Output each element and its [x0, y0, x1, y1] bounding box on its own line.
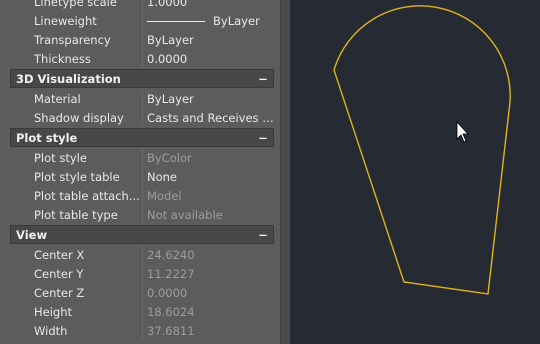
prop-value: 0.0000: [147, 285, 188, 300]
prop-name: Width: [34, 323, 68, 338]
palette-scrollbar[interactable]: [280, 0, 290, 344]
drawing-canvas: [333, 5, 511, 295]
prop-name: Height: [34, 304, 73, 319]
prop-name: Plot table attach...: [34, 188, 140, 203]
prop-row-height[interactable]: Height 18.6024: [0, 302, 280, 321]
section-header-plot-style[interactable]: Plot style −: [10, 128, 274, 147]
prop-name: Plot table type: [34, 207, 118, 222]
section-title: 3D Visualization: [16, 71, 121, 86]
prop-value[interactable]: ByLayer: [143, 33, 279, 47]
section-header-3d-visualization[interactable]: 3D Visualization −: [10, 69, 274, 88]
prop-value[interactable]: 0.0000: [143, 52, 279, 66]
drawing-viewport[interactable]: [290, 0, 540, 344]
prop-name: Center X: [34, 247, 85, 262]
prop-value: ByLayer: [213, 13, 260, 28]
drawing-shape-outline[interactable]: [333, 5, 511, 295]
prop-name: Center Z: [34, 285, 85, 300]
prop-name: Center Y: [34, 266, 84, 281]
prop-value: Not available: [147, 207, 223, 222]
prop-name: Linetype scale: [34, 0, 117, 9]
app-window: Linetype scale 1.0000 Lineweight ByLayer…: [0, 0, 540, 344]
collapse-toggle-icon[interactable]: −: [257, 228, 269, 242]
prop-row-linetype-scale[interactable]: Linetype scale 1.0000: [0, 0, 280, 11]
property-list: Linetype scale 1.0000 Lineweight ByLayer…: [0, 0, 280, 340]
prop-name: Transparency: [34, 32, 111, 47]
section-title: View: [16, 227, 48, 242]
prop-value[interactable]: None: [143, 170, 279, 184]
prop-name: Plot style: [34, 150, 87, 165]
prop-row-plot-style[interactable]: Plot style ByColor: [0, 148, 280, 167]
prop-row-plot-table-attach[interactable]: Plot table attach... Model: [0, 186, 280, 205]
arrow-cursor-icon: [456, 120, 469, 143]
prop-row-transparency[interactable]: Transparency ByLayer: [0, 30, 280, 49]
prop-value-wrap[interactable]: ByLayer: [143, 14, 279, 28]
prop-name: Thickness: [34, 51, 91, 66]
lineweight-swatch: [147, 20, 205, 22]
prop-row-shadow-display[interactable]: Shadow display Casts and Receives Sh...: [0, 108, 280, 127]
prop-row-width[interactable]: Width 37.6811: [0, 321, 280, 340]
prop-value[interactable]: ByLayer: [143, 92, 279, 106]
prop-value: 18.6024: [147, 304, 195, 319]
prop-row-plot-style-table[interactable]: Plot style table None: [0, 167, 280, 186]
prop-row-lineweight[interactable]: Lineweight ByLayer: [0, 11, 280, 30]
prop-value: ByColor: [147, 150, 192, 165]
prop-name: Shadow display: [34, 110, 124, 125]
prop-row-center-x[interactable]: Center X 24.6240: [0, 245, 280, 264]
prop-row-center-z[interactable]: Center Z 0.0000: [0, 283, 280, 302]
prop-name: Plot style table: [34, 169, 120, 184]
collapse-toggle-icon[interactable]: −: [257, 72, 269, 86]
prop-value: 37.6811: [147, 323, 195, 338]
properties-palette: Linetype scale 1.0000 Lineweight ByLayer…: [0, 0, 280, 344]
prop-row-thickness[interactable]: Thickness 0.0000: [0, 49, 280, 68]
prop-name: Material: [34, 91, 81, 106]
section-header-view[interactable]: View −: [10, 225, 274, 244]
prop-value: Model: [147, 188, 182, 203]
prop-value[interactable]: Casts and Receives Sh...: [143, 111, 279, 125]
prop-row-plot-table-type[interactable]: Plot table type Not available: [0, 205, 280, 224]
prop-row-material[interactable]: Material ByLayer: [0, 89, 280, 108]
section-title: Plot style: [16, 130, 78, 145]
collapse-toggle-icon[interactable]: −: [257, 131, 269, 145]
prop-name: Lineweight: [34, 13, 97, 28]
prop-value: 24.6240: [147, 247, 195, 262]
prop-value: 11.2227: [147, 266, 195, 281]
prop-value[interactable]: 1.0000: [143, 0, 279, 9]
prop-row-center-y[interactable]: Center Y 11.2227: [0, 264, 280, 283]
